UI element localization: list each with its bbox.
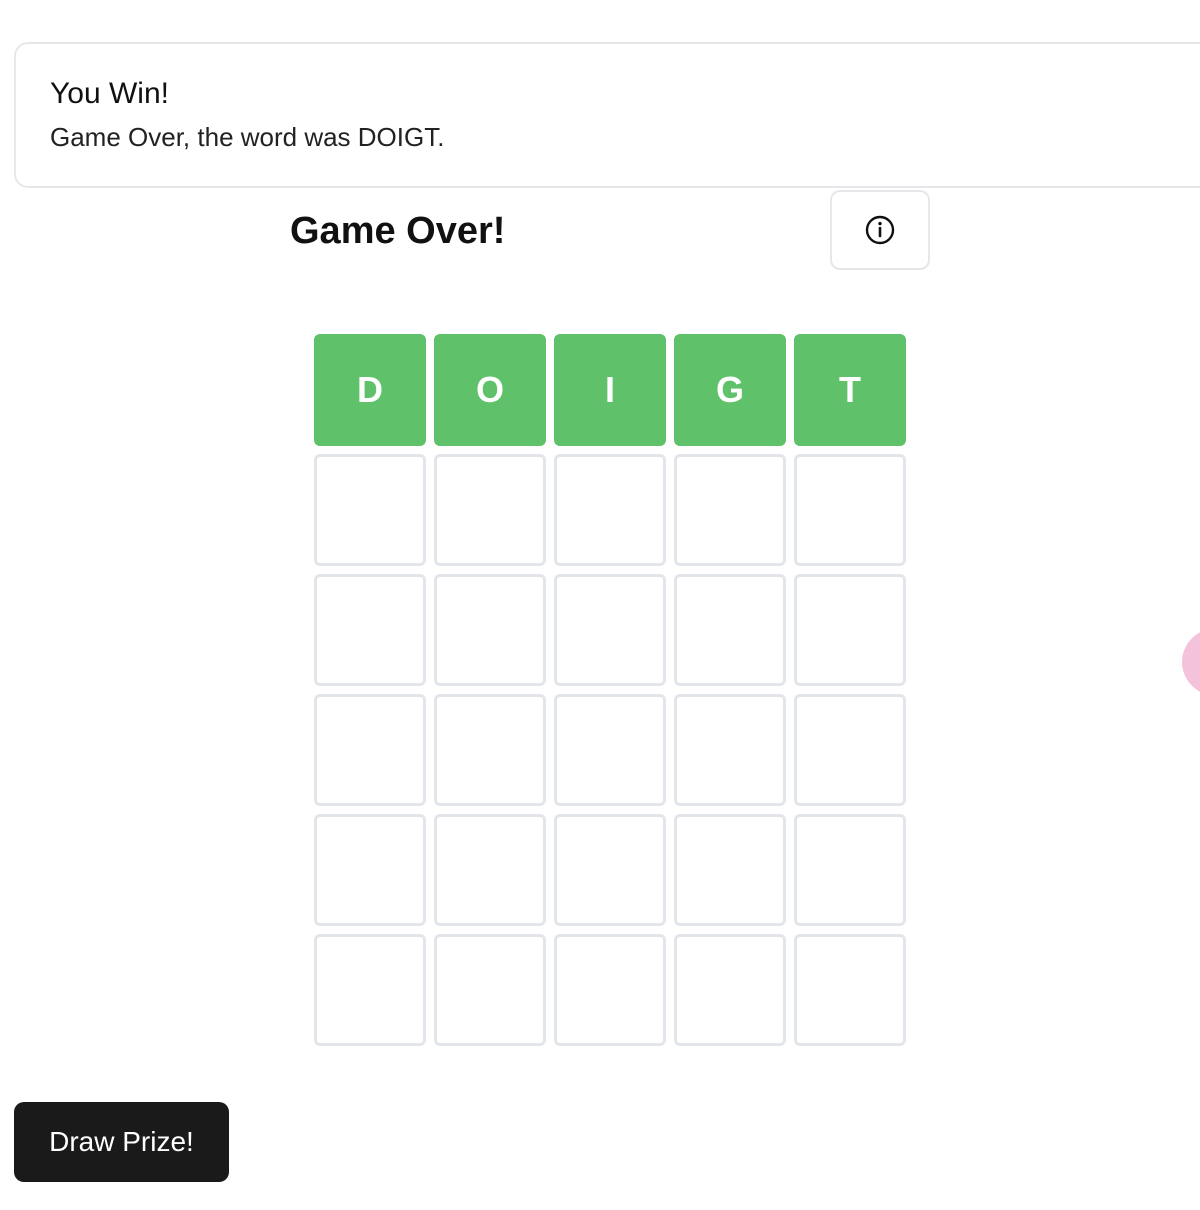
tile-empty bbox=[314, 454, 426, 566]
tile-empty bbox=[434, 454, 546, 566]
draw-prize-button[interactable]: Draw Prize! bbox=[14, 1102, 229, 1182]
tile-empty bbox=[794, 934, 906, 1046]
toast-title: You Win! bbox=[50, 77, 169, 110]
tile-correct: G bbox=[674, 334, 786, 446]
tile-empty bbox=[794, 454, 906, 566]
win-toast: You Win! Game Over, the word was DOIGT. bbox=[14, 42, 1200, 188]
tile-empty bbox=[554, 454, 666, 566]
tile-empty bbox=[314, 574, 426, 686]
tile-empty bbox=[674, 574, 786, 686]
tile-correct: I bbox=[554, 334, 666, 446]
tile-empty bbox=[794, 814, 906, 926]
tile-correct: D bbox=[314, 334, 426, 446]
tile-empty bbox=[674, 694, 786, 806]
tile-empty bbox=[794, 574, 906, 686]
tile-empty bbox=[314, 814, 426, 926]
tile-empty bbox=[554, 814, 666, 926]
tile-empty bbox=[674, 454, 786, 566]
confetti-piece bbox=[1182, 628, 1200, 696]
tile-correct: O bbox=[434, 334, 546, 446]
game-page: You Win! Game Over, the word was DOIGT. … bbox=[0, 0, 1200, 1210]
tile-empty bbox=[554, 694, 666, 806]
game-board: DOIGT bbox=[314, 334, 906, 1046]
tile-empty bbox=[314, 694, 426, 806]
page-title: Game Over! bbox=[290, 210, 506, 252]
tile-empty bbox=[554, 934, 666, 1046]
tile-empty bbox=[314, 934, 426, 1046]
tile-empty bbox=[434, 814, 546, 926]
tile-empty bbox=[794, 694, 906, 806]
info-button[interactable] bbox=[830, 190, 930, 270]
tile-empty bbox=[434, 694, 546, 806]
info-circle-icon bbox=[864, 214, 896, 246]
tile-correct: T bbox=[794, 334, 906, 446]
tile-empty bbox=[434, 934, 546, 1046]
tile-empty bbox=[554, 574, 666, 686]
tile-empty bbox=[434, 574, 546, 686]
tile-empty bbox=[674, 814, 786, 926]
toast-message: Game Over, the word was DOIGT. bbox=[50, 122, 445, 152]
tile-empty bbox=[674, 934, 786, 1046]
